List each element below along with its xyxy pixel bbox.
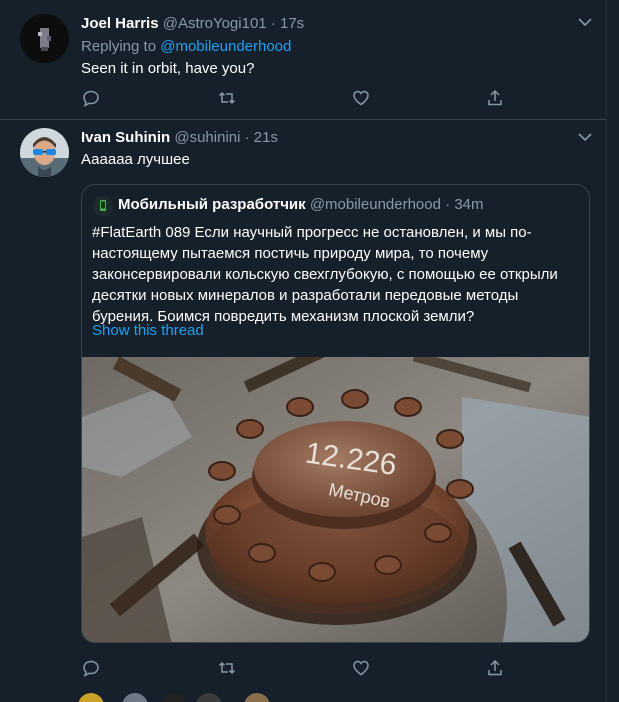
author-name[interactable]: Ivan Suhinin	[81, 129, 170, 146]
tweet-actions	[81, 658, 521, 680]
avatar[interactable]	[78, 693, 104, 702]
retweet-icon[interactable]	[217, 88, 237, 108]
timestamp[interactable]: 21s	[254, 129, 278, 146]
tweet-joel-harris[interactable]: Joel Harris @AstroYogi101 · 17s Replying…	[0, 0, 606, 120]
author-name[interactable]: Joel Harris	[81, 15, 159, 32]
avatar[interactable]	[244, 693, 270, 702]
quote-timestamp: 34m	[454, 196, 484, 213]
heart-icon[interactable]	[351, 658, 371, 678]
quote-author-handle: @mobileunderhood	[309, 196, 441, 213]
avatar[interactable]	[20, 128, 69, 177]
separator-dot: ·	[270, 15, 276, 32]
tweet-text: Seen it in orbit, have you?	[81, 60, 255, 77]
quote-photo[interactable]: 12.226 Метров	[82, 343, 589, 642]
avatar[interactable]	[196, 693, 222, 702]
next-tweet-avatars	[0, 693, 606, 702]
quote-author-name: Мобильный разработчик	[118, 196, 306, 213]
reply-icon[interactable]	[81, 88, 101, 108]
reply-icon[interactable]	[81, 658, 101, 678]
author-handle[interactable]: @suhinini	[174, 129, 240, 146]
replying-to: Replying to @mobileunderhood	[81, 37, 291, 56]
avatar[interactable]	[160, 693, 186, 702]
avatar[interactable]	[122, 693, 148, 702]
replying-prefix: Replying to	[81, 38, 161, 55]
chevron-down-icon[interactable]	[576, 13, 594, 31]
tweet-actions	[81, 88, 521, 110]
chevron-down-icon[interactable]	[576, 128, 594, 146]
separator-dot: ·	[445, 196, 451, 213]
share-icon[interactable]	[485, 658, 505, 678]
timestamp[interactable]: 17s	[280, 15, 304, 32]
separator-dot: ·	[244, 129, 250, 146]
quote-avatar	[93, 196, 113, 216]
avatar[interactable]	[20, 14, 69, 63]
heart-icon[interactable]	[351, 88, 371, 108]
replying-to-link[interactable]: @mobileunderhood	[160, 38, 291, 55]
scrollbar-thumb[interactable]	[609, 0, 617, 702]
share-icon[interactable]	[485, 88, 505, 108]
quoted-tweet[interactable]: Мобильный разработчик @mobileunderhood ·…	[81, 184, 590, 643]
scrollbar[interactable]	[606, 0, 619, 702]
retweet-icon[interactable]	[217, 658, 237, 678]
show-thread-link[interactable]: Show this thread	[92, 322, 204, 339]
tweet-text: Аааааа лучшее	[81, 151, 190, 168]
quote-text: #FlatEarth 089 Если научный прогресс не …	[92, 224, 558, 325]
author-handle[interactable]: @AstroYogi101	[163, 15, 267, 32]
tweet-ivan-suhinin[interactable]: Ivan Suhinin @suhinini · 21s Аааааа лучш…	[0, 120, 606, 695]
